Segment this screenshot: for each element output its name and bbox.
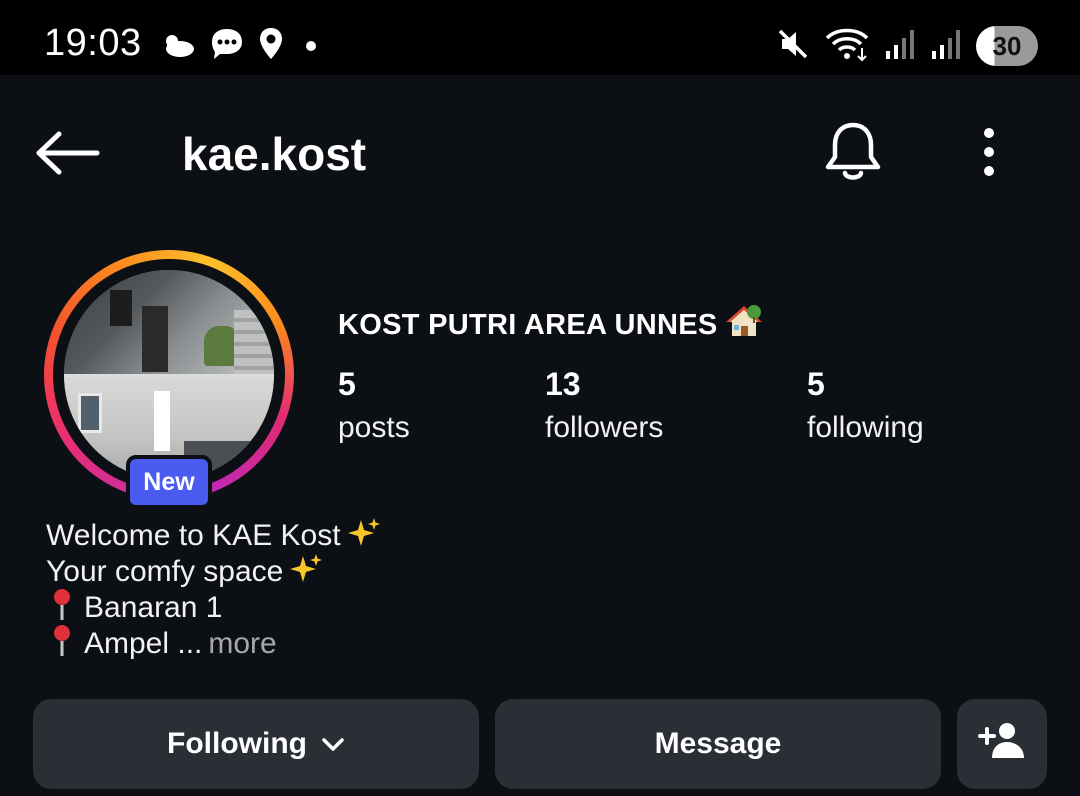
- status-right-icons: 30: [776, 24, 1038, 68]
- bio-line: Ampel ... more: [46, 624, 746, 662]
- stat-label: posts: [338, 411, 410, 444]
- battery-indicator: 30: [976, 26, 1038, 66]
- status-left-icons: [160, 26, 326, 67]
- message-button[interactable]: Message: [495, 699, 941, 789]
- status-bar: 19:03 30: [0, 0, 1080, 75]
- mute-icon: [776, 27, 810, 66]
- back-button[interactable]: [32, 125, 104, 185]
- sparkles-icon: [347, 516, 381, 557]
- back-arrow-icon: [35, 130, 101, 181]
- signal-icon: [884, 27, 916, 66]
- status-time: 19:03: [44, 22, 142, 64]
- new-badge[interactable]: New: [126, 455, 212, 509]
- sparkles-icon: [289, 552, 323, 593]
- more-vertical-icon: [981, 127, 997, 182]
- chat-bubble-icon: [208, 26, 246, 67]
- stat-label: followers: [545, 411, 664, 444]
- add-user-icon: [978, 720, 1026, 768]
- house-icon: [725, 304, 762, 346]
- wifi-icon: [824, 26, 870, 67]
- bio-line: Banaran 1: [46, 588, 746, 626]
- display-name-row: KOST PUTRI AREA UNNES: [338, 304, 762, 346]
- stat-following[interactable]: 5 following: [807, 366, 924, 445]
- pushpin-icon: [46, 623, 78, 666]
- dot-icon: [296, 29, 326, 64]
- bio: Welcome to KAE Kost Your comfy space Ban…: [46, 516, 746, 662]
- add-user-button[interactable]: [957, 699, 1047, 789]
- profile-header: kae.kost: [0, 75, 1080, 235]
- display-name: KOST PUTRI AREA UNNES: [338, 308, 718, 341]
- stat-label: following: [807, 411, 924, 444]
- bio-line: Your comfy space: [46, 552, 746, 593]
- chevron-down-icon: [321, 727, 345, 761]
- following-label: Following: [167, 727, 307, 760]
- bio-line: Welcome to KAE Kost: [46, 516, 746, 557]
- message-label: Message: [654, 727, 782, 760]
- more-options-button[interactable]: [966, 121, 1012, 187]
- signal-icon: [930, 27, 962, 66]
- profile-photo: [64, 270, 274, 480]
- cloud-icon: [160, 29, 196, 64]
- bio-more-link[interactable]: more: [208, 626, 276, 662]
- stat-value: 13: [545, 366, 581, 402]
- stat-followers[interactable]: 13 followers: [545, 366, 663, 445]
- location-pin-icon: [258, 27, 284, 66]
- stat-value: 5: [338, 366, 356, 402]
- stat-value: 5: [807, 366, 825, 402]
- notifications-button[interactable]: [820, 117, 886, 191]
- bell-icon: [823, 119, 883, 190]
- page-title: kae.kost: [182, 128, 367, 180]
- following-button[interactable]: Following: [33, 699, 479, 789]
- stat-posts[interactable]: 5 posts: [338, 366, 410, 445]
